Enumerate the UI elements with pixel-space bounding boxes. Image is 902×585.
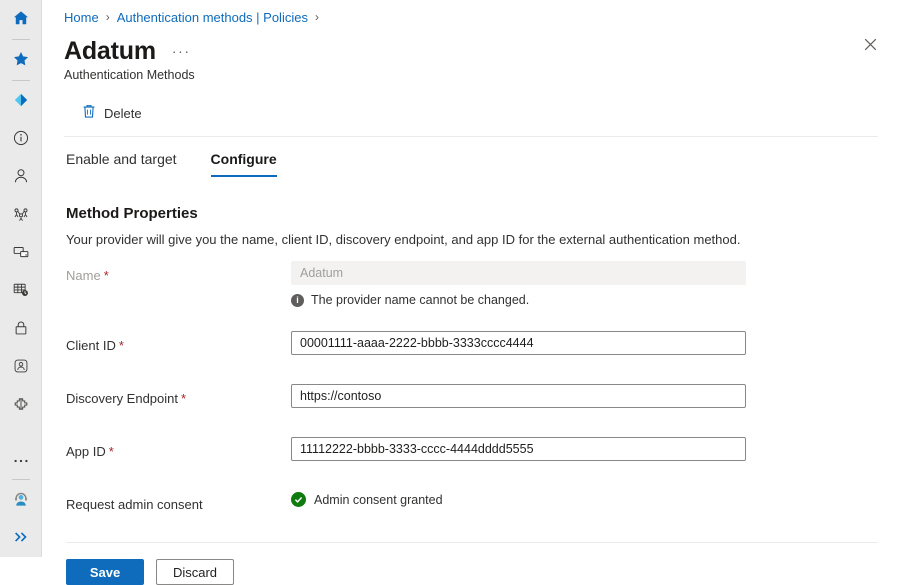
check-circle-icon — [291, 492, 306, 507]
field-row-admin-consent: Request admin consent Admin consent gran… — [66, 490, 902, 520]
rail-item-support[interactable] — [0, 481, 42, 519]
ellipsis-icon — [12, 452, 30, 467]
app-id-field-control — [291, 437, 746, 461]
rail-item-identity-governance[interactable] — [0, 348, 42, 386]
admin-consent-status: Admin consent granted — [291, 490, 746, 507]
section-title: Method Properties — [66, 205, 198, 222]
discovery-endpoint-field-label: Discovery Endpoint * — [66, 384, 291, 410]
app-id-label-text: App ID — [66, 444, 106, 459]
rail-item-devices[interactable] — [0, 234, 42, 272]
required-marker: * — [118, 338, 124, 353]
rail-item-more[interactable] — [0, 440, 42, 478]
breadcrumb-item-home[interactable]: Home — [64, 10, 99, 25]
home-icon — [12, 9, 30, 30]
name-field-control: i The provider name cannot be changed. — [291, 261, 746, 307]
rail-item-extensions[interactable] — [0, 386, 42, 424]
field-row-app-id: App ID * — [66, 437, 902, 467]
discovery-endpoint-label-text: Discovery Endpoint — [66, 391, 178, 406]
breadcrumb-separator: › — [105, 10, 110, 24]
page-subtitle: Authentication Methods — [64, 68, 195, 82]
tab-enable-and-target[interactable]: Enable and target — [66, 150, 177, 177]
required-marker: * — [103, 268, 109, 283]
azure-diamond-icon — [12, 91, 30, 112]
applications-grid-icon — [12, 281, 30, 302]
required-marker: * — [181, 391, 187, 406]
close-icon — [864, 38, 877, 54]
tab-configure[interactable]: Configure — [210, 150, 277, 177]
rail-item-groups[interactable] — [0, 196, 42, 234]
name-field-hint: i The provider name cannot be changed. — [291, 293, 746, 307]
tab-list: Enable and target Configure — [64, 149, 902, 177]
admin-consent-field-control: Admin consent granted — [291, 490, 746, 507]
field-row-client-id: Client ID * — [66, 331, 902, 361]
azure-portal-blade: Home › Authentication methods | Policies… — [0, 0, 902, 585]
rail-divider — [11, 39, 30, 40]
puzzle-icon — [12, 395, 30, 416]
support-agent-icon — [12, 490, 30, 511]
field-row-discovery-endpoint: Discovery Endpoint * — [66, 384, 902, 414]
discovery-endpoint-field-control — [291, 384, 746, 408]
blade-content: Home › Authentication methods | Policies… — [42, 0, 902, 585]
rail-item-applications[interactable] — [0, 272, 42, 310]
page-title: Adatum — [64, 37, 156, 65]
command-bar-divider — [64, 136, 878, 137]
user-icon — [12, 167, 30, 188]
delete-button[interactable]: Delete — [74, 100, 150, 126]
app-id-field-label: App ID * — [66, 437, 291, 463]
breadcrumb-separator: › — [314, 10, 319, 24]
rail-item-favorites[interactable] — [0, 41, 42, 79]
breadcrumb: Home › Authentication methods | Policies… — [64, 0, 902, 30]
name-input — [291, 261, 746, 285]
save-button[interactable]: Save — [66, 559, 144, 585]
breadcrumb-item-authentication-methods[interactable]: Authentication methods | Policies — [117, 10, 308, 25]
devices-icon — [12, 243, 30, 264]
section-description: Your provider will give you the name, cl… — [66, 232, 741, 247]
name-label-text: Name — [66, 268, 101, 283]
close-blade-button[interactable] — [856, 32, 884, 60]
star-icon — [12, 50, 30, 71]
page-title-more-button[interactable]: ··· — [172, 43, 191, 59]
discovery-endpoint-input[interactable] — [291, 384, 746, 408]
required-marker: * — [108, 444, 114, 459]
command-bar: Delete — [64, 98, 902, 128]
rail-item-home[interactable] — [0, 0, 42, 38]
rail-divider — [11, 80, 30, 81]
identity-governance-icon — [12, 357, 30, 378]
client-id-input[interactable] — [291, 331, 746, 355]
rail-item-users[interactable] — [0, 158, 42, 196]
rail-expand-toggle[interactable] — [0, 519, 42, 557]
lock-icon — [12, 319, 30, 340]
name-field-label: Name * — [66, 261, 291, 287]
app-id-input[interactable] — [291, 437, 746, 461]
info-icon: i — [291, 293, 304, 307]
rail-item-security[interactable] — [0, 310, 42, 348]
footer-actions: Save Discard — [64, 559, 902, 585]
delete-button-label: Delete — [104, 105, 142, 121]
trash-icon — [82, 104, 96, 122]
admin-consent-status-text: Admin consent granted — [314, 492, 443, 507]
page-header: Adatum ··· — [64, 36, 902, 66]
chevron-double-right-icon — [12, 530, 30, 547]
left-rail — [0, 0, 42, 557]
info-circle-icon — [12, 129, 30, 150]
rail-divider — [11, 479, 30, 480]
client-id-field-control — [291, 331, 746, 355]
name-field-hint-text: The provider name cannot be changed. — [311, 293, 530, 307]
field-row-name: Name* i The provider name cannot be chan… — [66, 261, 902, 307]
client-id-label-text: Client ID — [66, 338, 116, 353]
groups-icon — [12, 205, 30, 226]
rail-item-information[interactable] — [0, 120, 42, 158]
method-properties-form: Name* i The provider name cannot be chan… — [64, 261, 902, 520]
discard-button[interactable]: Discard — [156, 559, 234, 585]
client-id-field-label: Client ID * — [66, 331, 291, 357]
footer-divider — [66, 542, 878, 543]
rail-item-azure-ad[interactable] — [0, 82, 42, 120]
admin-consent-field-label: Request admin consent — [66, 497, 203, 512]
